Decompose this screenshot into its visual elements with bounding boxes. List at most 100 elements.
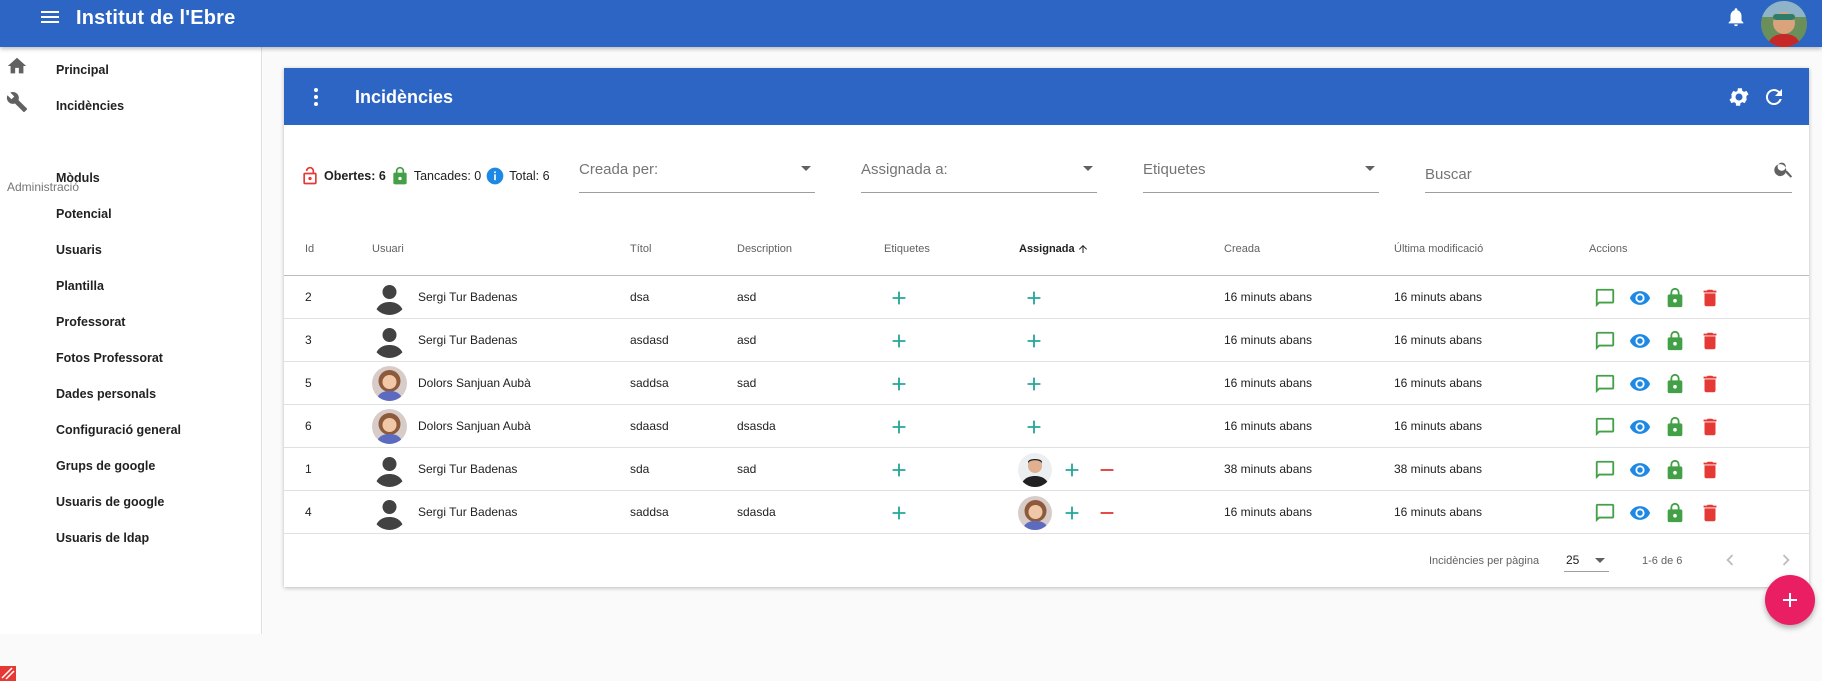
cell-created: 16 minuts abans	[1224, 376, 1313, 390]
sidebar-item-incidencies[interactable]: Incidències	[0, 85, 262, 121]
cell-id: 2	[305, 290, 312, 304]
column-header-description[interactable]: Description	[737, 243, 792, 255]
sidebar-item-potencial[interactable]: Potencial	[0, 193, 262, 229]
add-assignee-icon[interactable]	[1061, 502, 1083, 524]
comment-icon[interactable]	[1594, 416, 1616, 438]
eye-icon[interactable]	[1629, 373, 1651, 395]
chevron-left-icon[interactable]	[1719, 549, 1741, 571]
sidebar-item-moduls[interactable]: Mòduls	[0, 157, 262, 193]
column-header-modified[interactable]: Última modificació	[1394, 243, 1483, 255]
sidebar-item-label: Principal	[56, 63, 109, 77]
sidebar-item-usuaris-de-google[interactable]: Usuaris de google	[0, 481, 262, 517]
sidebar-item-plantilla[interactable]: Plantilla	[0, 265, 262, 301]
sidebar-item-label: Fotos Professorat	[56, 351, 163, 365]
comment-icon[interactable]	[1594, 373, 1616, 395]
delete-icon[interactable]	[1699, 287, 1721, 309]
search-icon[interactable]	[1773, 158, 1795, 180]
column-header-label: Assignada	[1019, 243, 1075, 255]
closed-count: Tancades: 0	[413, 169, 482, 183]
delete-icon[interactable]	[1699, 502, 1721, 524]
rows-per-page-select[interactable]: 25	[1564, 548, 1609, 572]
cell-title: sdaasd	[630, 419, 669, 433]
delete-icon[interactable]	[1699, 330, 1721, 352]
table-row: 2 Sergi Tur Badenas dsa asd 16 minuts abans 1…	[284, 276, 1809, 319]
comment-icon[interactable]	[1594, 502, 1616, 524]
eye-icon[interactable]	[1629, 287, 1651, 309]
sidebar-item-principal[interactable]: Principal	[0, 49, 262, 85]
card-title: Incidències	[355, 87, 454, 107]
sidebar-item-usuaris[interactable]: Usuaris	[0, 229, 262, 265]
lock-icon[interactable]	[1664, 459, 1686, 481]
add-assignee-icon[interactable]	[1023, 373, 1045, 395]
sidebar-item-usuaris-de-ldap[interactable]: Usuaris de ldap	[0, 517, 262, 553]
add-tag-icon[interactable]	[888, 502, 910, 524]
delete-icon[interactable]	[1699, 416, 1721, 438]
table-row: 3 Sergi Tur Badenas asdasd asd 16 minuts aba…	[284, 319, 1809, 362]
lock-icon[interactable]	[1664, 330, 1686, 352]
column-header-tags[interactable]: Etiquetes	[884, 243, 930, 255]
sidebar-item-professorat[interactable]: Professorat	[0, 301, 262, 337]
arrow-up-icon	[1078, 245, 1087, 253]
cell-description: asd	[737, 333, 757, 347]
lock-icon[interactable]	[1664, 287, 1686, 309]
column-header-id[interactable]: Id	[305, 243, 314, 255]
column-header-created[interactable]: Creada	[1224, 243, 1260, 255]
comment-icon[interactable]	[1594, 330, 1616, 352]
add-assignee-icon[interactable]	[1061, 459, 1083, 481]
info-icon	[485, 166, 505, 186]
user-avatar[interactable]	[1761, 1, 1807, 47]
sidebar-item-dades-personals[interactable]: Dades personals	[0, 373, 262, 409]
add-incident-button[interactable]	[1765, 575, 1815, 625]
column-header-user[interactable]: Usuari	[372, 243, 404, 255]
add-assignee-icon[interactable]	[1023, 330, 1045, 352]
lock-icon[interactable]	[1664, 502, 1686, 524]
add-tag-icon[interactable]	[888, 459, 910, 481]
lock-icon[interactable]	[1664, 416, 1686, 438]
add-tag-icon[interactable]	[888, 373, 910, 395]
sidebar-item-label: Mòduls	[56, 171, 100, 185]
eye-icon[interactable]	[1629, 502, 1651, 524]
more-vert-icon[interactable]	[304, 85, 328, 109]
sidebar-item-configuracio-general[interactable]: Configuració general	[0, 409, 262, 445]
eye-icon[interactable]	[1629, 459, 1651, 481]
bell-icon[interactable]	[1725, 6, 1747, 28]
add-tag-icon[interactable]	[888, 287, 910, 309]
add-assignee-icon[interactable]	[1023, 287, 1045, 309]
delete-icon[interactable]	[1699, 459, 1721, 481]
add-tag-icon[interactable]	[888, 330, 910, 352]
eye-icon[interactable]	[1629, 330, 1651, 352]
assigned-to-select[interactable]: Assignada a:	[861, 156, 1097, 193]
comment-icon[interactable]	[1594, 459, 1616, 481]
cell-title: saddsa	[630, 505, 669, 519]
search-input[interactable]	[1425, 156, 1792, 193]
assignee-avatar	[1018, 453, 1052, 487]
column-header-assigned[interactable]: Assignada	[1019, 243, 1089, 255]
sidebar-item-label: Professorat	[56, 315, 126, 329]
remove-assignee-icon[interactable]	[1096, 459, 1118, 481]
cell-modified: 38 minuts abans	[1394, 462, 1483, 476]
sidebar-item-label: Dades personals	[56, 387, 157, 401]
refresh-icon[interactable]	[1762, 85, 1786, 109]
menu-icon[interactable]	[38, 5, 62, 29]
created-by-select[interactable]: Creada per:	[579, 156, 815, 193]
gear-icon[interactable]	[1727, 85, 1751, 109]
chevron-right-icon[interactable]	[1775, 549, 1797, 571]
sidebar-item-label: Usuaris de ldap	[56, 531, 150, 545]
user-avatar	[372, 323, 407, 358]
dropdown-arrow-icon	[1083, 166, 1093, 171]
eye-icon[interactable]	[1629, 416, 1651, 438]
cell-description: sad	[737, 376, 757, 390]
add-tag-icon[interactable]	[888, 416, 910, 438]
remove-assignee-icon[interactable]	[1096, 502, 1118, 524]
sidebar-item-fotos-professorat[interactable]: Fotos Professorat	[0, 337, 262, 373]
sidebar-item-grups-de-google[interactable]: Grups de google	[0, 445, 262, 481]
tags-select[interactable]: Etiquetes	[1143, 156, 1379, 193]
add-assignee-icon[interactable]	[1023, 416, 1045, 438]
delete-icon[interactable]	[1699, 373, 1721, 395]
column-header-title[interactable]: Títol	[630, 243, 651, 255]
cell-user: Sergi Tur Badenas	[418, 462, 518, 476]
lock-icon[interactable]	[1664, 373, 1686, 395]
lock-closed-icon	[390, 166, 410, 186]
comment-icon[interactable]	[1594, 287, 1616, 309]
sidebar-item-label: Plantilla	[56, 279, 104, 293]
